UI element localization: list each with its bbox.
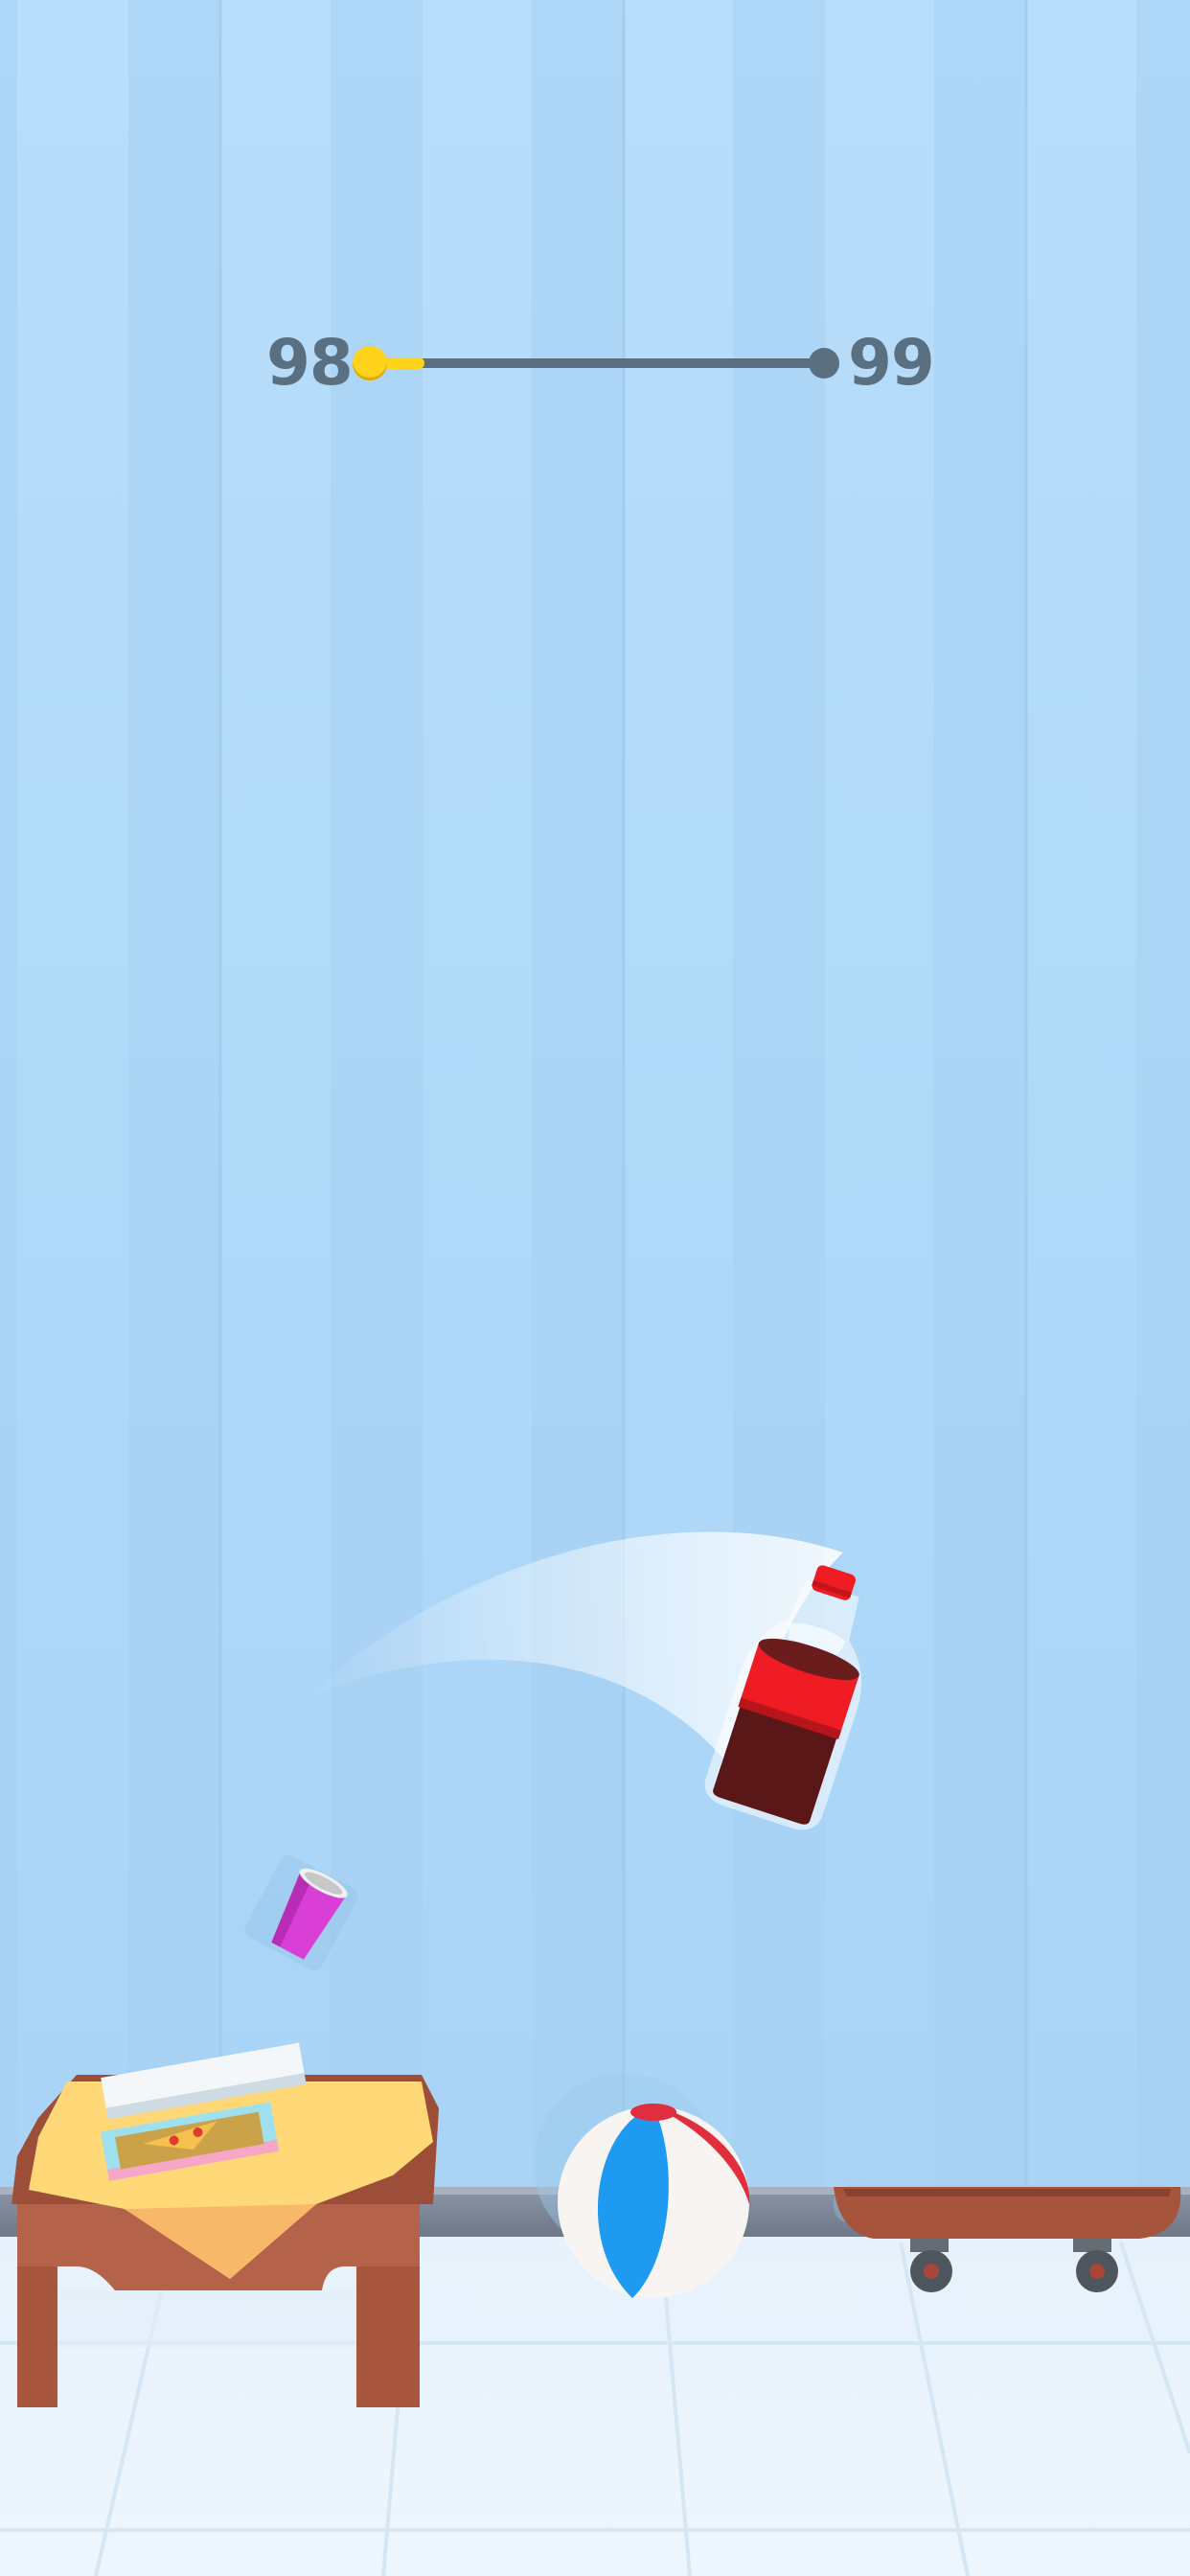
pink-cup[interactable] (241, 1852, 361, 1973)
game-screen[interactable]: 98 99 (0, 0, 1190, 2576)
game-scene (0, 1531, 1190, 2576)
